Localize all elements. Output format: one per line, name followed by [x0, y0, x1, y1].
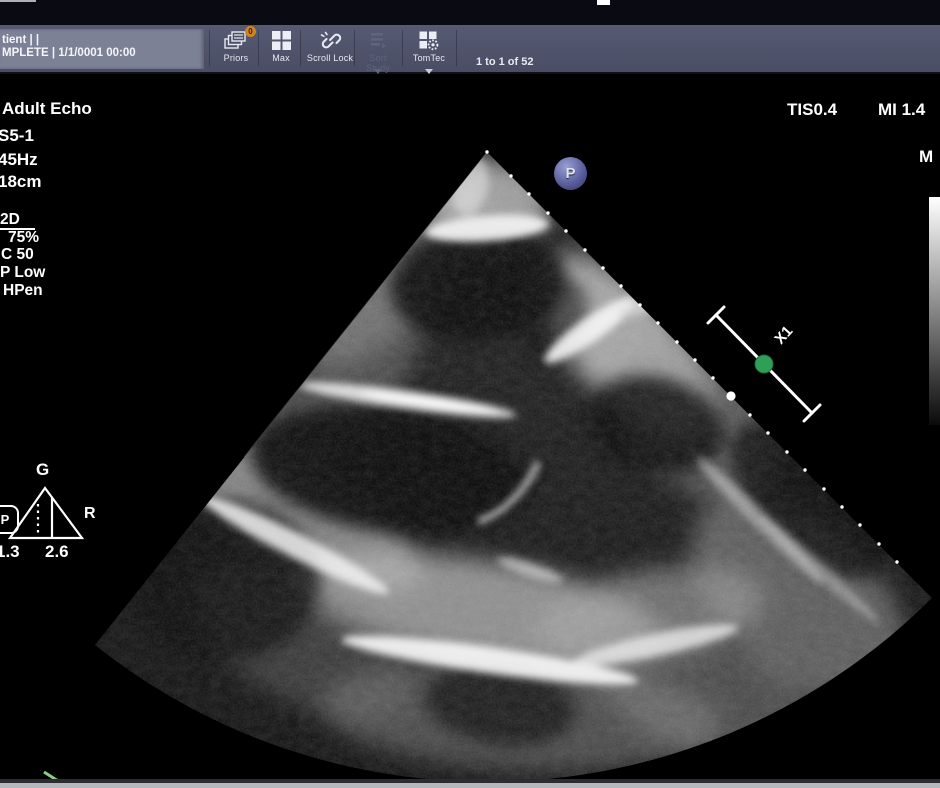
- exam-title: Adult Echo: [2, 99, 92, 118]
- depth-value: 18cm: [0, 172, 42, 191]
- physio-cluster: G P R 1.3 2.6: [0, 458, 120, 578]
- map-label: M: [919, 147, 934, 166]
- caliper-label: X1: [771, 323, 796, 348]
- gain-value: 75%: [8, 229, 40, 246]
- mode-label: 2D: [0, 211, 35, 230]
- caliper-handle[interactable]: [754, 354, 774, 374]
- bottom-panel-edge: [0, 783, 940, 788]
- mi-index: MI 1.4: [878, 100, 926, 119]
- physio-value-right: 2.6: [45, 542, 69, 561]
- probe-orientation-marker: P: [554, 157, 587, 190]
- compress-value: C 50: [1, 246, 34, 263]
- power-value: P Low: [0, 264, 46, 281]
- tis-index: TIS0.4: [787, 100, 838, 119]
- grayscale-bar: [929, 197, 940, 425]
- physio-p-badge: P: [0, 505, 19, 534]
- gain-indicator-label: G: [36, 460, 50, 479]
- ultrasound-application: tient | | MPLETE | 1/1/0001 00:00 0 Prio…: [0, 0, 940, 788]
- physio-r-label: R: [84, 505, 96, 522]
- harmonic-mode: HPen: [3, 282, 43, 299]
- transducer-label: S5-1: [0, 126, 34, 145]
- frame-rate: 45Hz: [0, 150, 38, 169]
- focus-depth-marker: [726, 391, 736, 401]
- physio-value-left: 1.3: [0, 542, 20, 561]
